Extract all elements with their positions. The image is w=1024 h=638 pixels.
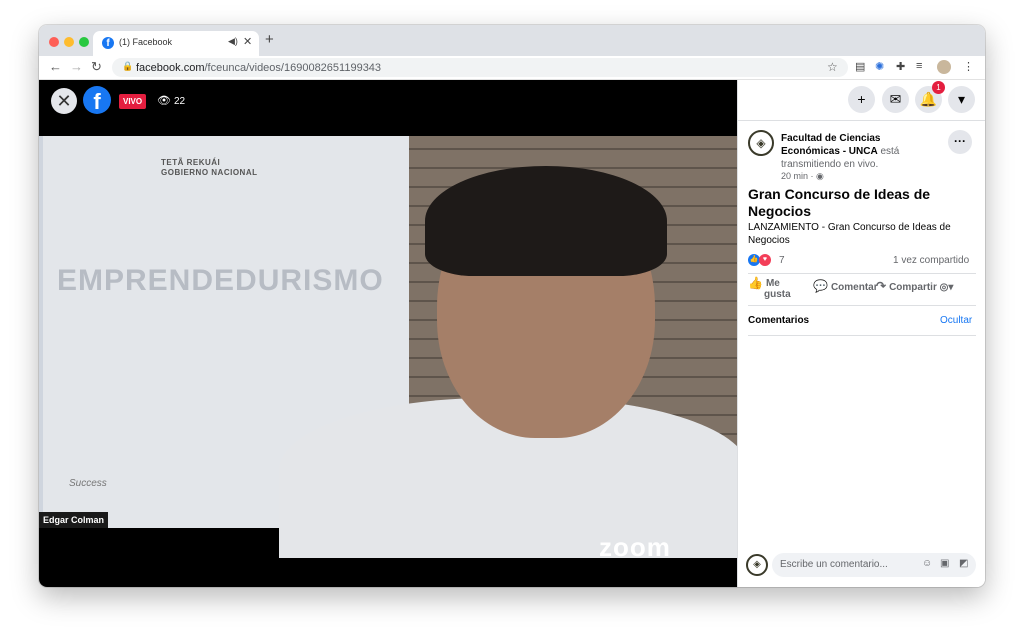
reactions-divider: [748, 273, 976, 274]
back-icon[interactable]: ←: [49, 59, 62, 74]
video-frame: TETÃ REKUÁI GOBIERNO NACIONAL EMPRENDEDU…: [39, 136, 737, 562]
url-host: facebook.com: [136, 62, 205, 74]
reload-icon[interactable]: ↻: [91, 59, 102, 75]
banner-success-text: Success: [69, 478, 107, 489]
post-title: Gran Concurso de Ideas de Negocios: [748, 186, 931, 219]
banner-word: EMPRENDEDURISMO: [57, 264, 384, 297]
post-time-value: 20 min: [781, 171, 809, 181]
sticker-icon[interactable]: ◩: [959, 558, 968, 569]
eye-icon: 👁: [157, 95, 171, 107]
tab-bar: f (1) Facebook ◀) ✕ +: [39, 25, 985, 56]
page-avatar[interactable]: ◈: [748, 130, 774, 156]
love-reaction-icon: ♥: [759, 254, 771, 266]
create-plus-icon[interactable]: +: [848, 86, 875, 113]
url-text: facebook.com/fceunca/videos/169008265119…: [136, 62, 381, 74]
gear-extension-icon[interactable]: ✺: [875, 60, 884, 73]
viewer-count-value: 22: [173, 96, 186, 107]
comments-heading: Comentarios: [748, 315, 810, 326]
browser-toolbar: ← → ↻ 🔒 facebook.com/fceunca/videos/1690…: [39, 56, 985, 80]
browser-window: f (1) Facebook ◀) ✕ + ← → ↻ 🔒 facebook.c…: [39, 25, 985, 587]
speaker-name-tag: Edgar Colman: [39, 512, 109, 528]
post-description: LANZAMIENTO - Gran Concurso de Ideas de …: [748, 222, 951, 246]
reaction-count[interactable]: 7: [779, 255, 785, 266]
gif-icon[interactable]: ▣: [940, 558, 949, 569]
lock-icon: 🔒: [122, 61, 134, 71]
zoom-watermark: zoom: [599, 532, 671, 562]
notification-badge: 1: [932, 81, 945, 94]
messenger-icon[interactable]: ✉: [882, 86, 909, 113]
actions-divider: [748, 305, 976, 306]
viewer-count: 👁 22: [157, 94, 185, 109]
hide-comments-link[interactable]: Ocultar: [940, 315, 972, 326]
forward-icon[interactable]: →: [70, 59, 83, 74]
page-content: TETÃ REKUÁI GOBIERNO NACIONAL EMPRENDEDU…: [39, 80, 985, 587]
post-side-panel: + ✉ 🔔 1 ▾ ◈ Facultad de Ciencias Económi…: [737, 80, 985, 587]
share-avatar-icon: ◎▾: [939, 282, 954, 293]
close-tab-icon[interactable]: ✕: [243, 35, 252, 48]
bookmark-star-icon[interactable]: ☆: [827, 60, 838, 74]
share-arrow-icon: ↷: [876, 279, 887, 293]
new-tab-button[interactable]: +: [265, 31, 274, 48]
url-path: /fceunca/videos/1690082651199343: [204, 62, 382, 74]
puzzle-extensions-icon[interactable]: ✚: [896, 60, 905, 73]
document-extension-icon[interactable]: ▤: [855, 60, 865, 73]
live-video-player[interactable]: TETÃ REKUÁI GOBIERNO NACIONAL EMPRENDEDU…: [39, 80, 737, 587]
comment-button[interactable]: 💬 Comentar: [813, 279, 878, 293]
live-badge: VIVO: [119, 94, 147, 109]
page-name[interactable]: Facultad de Ciencias Económicas - UNCA: [781, 133, 880, 157]
facebook-logo-icon[interactable]: f: [83, 86, 111, 114]
facebook-favicon-icon: f: [102, 37, 114, 49]
header-divider: [738, 120, 985, 121]
post-time[interactable]: 20 min · ◉: [781, 171, 824, 182]
speaker-icon[interactable]: ◀): [228, 36, 238, 47]
close-video-button[interactable]: ✕: [51, 88, 77, 114]
share-button[interactable]: ↷ Compartir ◎▾: [876, 279, 954, 293]
banner-gov-text: TETÃ REKUÁI GOBIERNO NACIONAL: [161, 158, 258, 177]
speaker-hair: [425, 166, 667, 276]
share-button-label: Compartir: [889, 282, 937, 293]
address-bar[interactable]: 🔒 facebook.com/fceunca/videos/1690082651…: [112, 58, 848, 77]
like-button[interactable]: 👍 Me gusta: [748, 276, 808, 300]
globe-icon: ◉: [816, 171, 824, 181]
more-options-button[interactable]: ···: [948, 130, 972, 154]
comment-button-label: Comentar: [830, 282, 878, 293]
page-name-line: Facultad de Ciencias Económicas - UNCA e…: [781, 132, 931, 171]
profile-avatar[interactable]: [937, 60, 951, 74]
maximize-window-button[interactable]: [79, 37, 89, 47]
media-queue-icon[interactable]: ≡: [916, 60, 922, 72]
comment-input[interactable]: Escribe un comentario... ☺ ▣ ◩: [772, 553, 976, 577]
browser-menu-icon[interactable]: ⋮: [963, 60, 974, 73]
like-button-label: Me gusta: [764, 278, 791, 300]
comment-bubble-icon: 💬: [813, 279, 828, 293]
share-count[interactable]: 1 vez compartido: [893, 255, 969, 266]
close-window-button[interactable]: [49, 37, 59, 47]
comments-divider: [748, 335, 976, 336]
tab-title: (1) Facebook: [119, 37, 173, 47]
comment-placeholder: Escribe un comentario...: [780, 559, 888, 570]
browser-tab[interactable]: f (1) Facebook ◀) ✕: [93, 31, 259, 56]
account-menu-icon[interactable]: ▾: [948, 86, 975, 113]
commenter-avatar[interactable]: ◈: [746, 554, 768, 576]
emoji-icon[interactable]: ☺: [922, 558, 932, 569]
thumbs-up-icon: 👍: [748, 276, 763, 290]
minimize-window-button[interactable]: [64, 37, 74, 47]
